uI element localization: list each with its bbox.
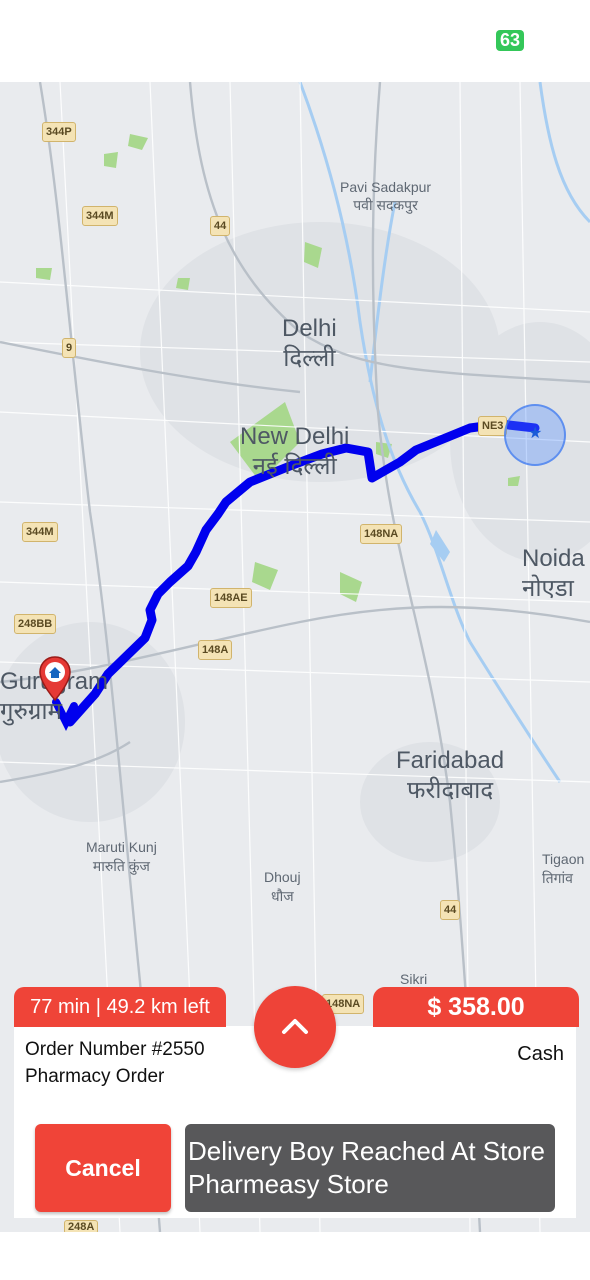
road-shield: 44 xyxy=(440,900,461,920)
road-shield: 248A xyxy=(64,1220,99,1232)
payment-method: Cash xyxy=(517,1043,564,1065)
cancel-button[interactable]: Cancel xyxy=(35,1124,171,1212)
road-shield: 248BB xyxy=(14,614,57,634)
destination-pin[interactable] xyxy=(38,656,72,702)
bottom-safe-area xyxy=(0,1232,590,1280)
battery-indicator: 63 xyxy=(496,30,524,51)
map-label-faridabad: Faridabad फरीदाबाद xyxy=(396,747,505,804)
map-label-new-delhi: New Delhi नई दिल्ली xyxy=(240,423,350,480)
map-label-dhouj: Dhouj धौज xyxy=(264,869,301,904)
map-label-delhi: Delhi दिल्ली xyxy=(282,315,337,372)
road-shield: NE3 xyxy=(478,416,508,436)
location-dot-icon: ★ xyxy=(528,425,543,442)
road-shield: 9 xyxy=(62,338,77,358)
order-type: Pharmacy Order xyxy=(25,1066,165,1087)
current-location-marker[interactable]: ★ xyxy=(504,404,566,466)
home-pin-icon xyxy=(39,656,71,702)
road-shield: 148A xyxy=(198,640,233,660)
expand-button[interactable] xyxy=(254,986,336,1068)
map-label-tigaon: Tigaon तिगांव xyxy=(542,851,585,886)
eta-badge: 77 min | 49.2 km left xyxy=(14,987,226,1027)
price-badge: $ 358.00 xyxy=(373,987,579,1027)
chevron-up-icon xyxy=(282,1019,308,1034)
road-shield: 44 xyxy=(210,216,231,236)
order-number: Order Number #2550 xyxy=(25,1039,205,1060)
map-label-noida: Noida नोएडा xyxy=(522,545,585,602)
map-label-sikri: Sikri xyxy=(400,971,428,987)
map-label-pavi-sadakpur: Pavi Sadakpur पवी सदकपुर xyxy=(340,179,432,213)
road-shield: 344M xyxy=(82,206,118,226)
delivery-status-button[interactable]: Delivery Boy Reached At Store Pharmeasy … xyxy=(185,1124,555,1212)
road-shield: 148AE xyxy=(210,588,252,608)
road-shield: 148NA xyxy=(360,524,403,544)
status-bar: 63 xyxy=(0,0,590,82)
road-shield: 344P xyxy=(42,122,76,142)
map-label-maruti-kunj: Maruti Kunj मारुति कुंज xyxy=(86,839,157,874)
road-shield: 344M xyxy=(22,522,58,542)
